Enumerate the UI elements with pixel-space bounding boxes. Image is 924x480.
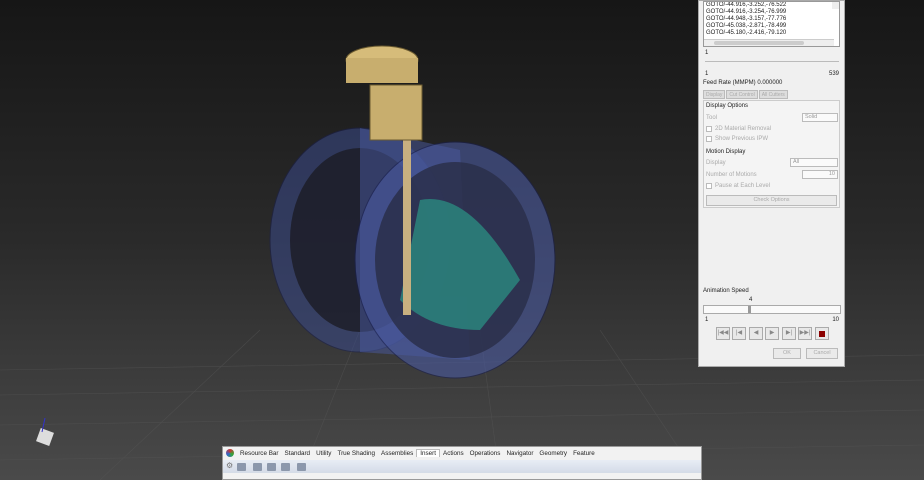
animation-speed-value: 4	[749, 297, 753, 303]
tab-feature[interactable]: Feature	[570, 450, 598, 457]
tab-true-shading[interactable]: True Shading	[334, 450, 378, 457]
gcode-list[interactable]: GOTO/-44.916,-3.252,-76.522 GOTO/-44.916…	[703, 1, 840, 47]
list-item[interactable]: GOTO/-45.038,-2.871,-78.499	[704, 23, 839, 30]
tab-utility[interactable]: Utility	[313, 450, 334, 457]
motion-display-heading: Motion Display	[706, 149, 746, 155]
step-forward-button[interactable]: ▶|	[782, 327, 796, 340]
insert-assembly-icon[interactable]	[267, 463, 276, 471]
check-options-button[interactable]: Check Options	[706, 195, 837, 206]
display-label: Display	[706, 160, 726, 166]
pause-label: Pause at Each Level	[715, 183, 771, 189]
motion-max: 539	[828, 71, 839, 77]
animation-speed-slider[interactable]	[703, 305, 841, 314]
pause-checkbox[interactable]	[706, 183, 712, 189]
tab-assemblies[interactable]: Assemblies	[378, 450, 416, 457]
tab-display[interactable]: Display	[703, 90, 726, 99]
animation-max: 10	[832, 317, 839, 323]
insert-block-icon[interactable]	[281, 463, 290, 471]
cancel-button[interactable]: Cancel	[806, 348, 838, 359]
list-item[interactable]: GOTO/-44.916,-3.254,-76.999	[704, 9, 839, 16]
tab-all-cutters[interactable]: All Cutters	[758, 90, 788, 99]
command-toolbar: Resource Bar Standard Utility True Shadi…	[222, 446, 702, 480]
gear-icon[interactable]: ⚙	[226, 461, 233, 470]
tab-standard[interactable]: Standard	[282, 450, 314, 457]
stop-icon	[819, 331, 825, 337]
step-back-button[interactable]: |◀	[732, 327, 746, 340]
simulation-panel: GOTO/-44.916,-3.252,-76.522 GOTO/-44.916…	[698, 0, 845, 367]
tab-cut-control[interactable]: Cut Control	[726, 90, 758, 99]
vertical-scrollbar[interactable]	[832, 2, 839, 9]
motion-min: 1	[705, 71, 709, 77]
insert-fixture-icon[interactable]	[297, 463, 306, 471]
options-group: Display Options Tool Solid 2D Material R…	[703, 100, 840, 208]
tab-resource-bar[interactable]: Resource Bar	[237, 450, 282, 457]
app-logo-icon	[226, 449, 234, 457]
cylinder-part	[269, 127, 556, 379]
list-item[interactable]: GOTO/-44.948,-3.157,-77.776	[704, 16, 839, 23]
feed-rate: Feed Rate (MMPM) 0.000000	[703, 80, 783, 86]
num-motions-input[interactable]: 10	[802, 170, 838, 179]
num-motions-label: Number of Motions	[706, 172, 757, 178]
list-item[interactable]: GOTO/-45.180,-2.416,-79.120	[704, 30, 839, 37]
tool-select[interactable]: Solid	[802, 113, 838, 122]
ok-button[interactable]: OK	[773, 348, 801, 359]
stop-button[interactable]	[815, 327, 829, 340]
show-previous-label: Show Previous IPW	[715, 136, 769, 142]
rewind-start-button[interactable]: |◀◀	[716, 327, 730, 340]
horizontal-scrollbar[interactable]	[704, 39, 834, 46]
animation-speed-thumb[interactable]	[748, 306, 752, 313]
tab-geometry[interactable]: Geometry	[536, 450, 570, 457]
play-reverse-button[interactable]: ◀	[749, 327, 763, 340]
material-removal-label: 2D Material Removal	[715, 126, 772, 132]
show-previous-checkbox[interactable]	[706, 136, 712, 142]
motion-slider[interactable]	[705, 61, 839, 62]
motion-current: 1	[705, 50, 709, 56]
insert-part-icon[interactable]	[253, 463, 262, 471]
animation-speed-label: Animation Speed	[703, 288, 749, 294]
display-select[interactable]: All	[790, 158, 838, 167]
insert-tool-icon[interactable]	[237, 463, 246, 471]
tab-insert[interactable]: Insert	[416, 449, 440, 457]
tool-label: Tool	[706, 115, 718, 121]
forward-end-button[interactable]: ▶▶|	[798, 327, 812, 340]
play-button[interactable]: ▶	[765, 327, 779, 340]
tab-actions[interactable]: Actions	[440, 450, 467, 457]
triad-icon	[36, 417, 54, 446]
list-item[interactable]: GOTO/-44.916,-3.252,-76.522	[704, 2, 839, 9]
tab-operations[interactable]: Operations	[467, 450, 504, 457]
material-removal-checkbox[interactable]	[706, 126, 712, 132]
animation-min: 1	[705, 317, 709, 323]
tab-navigator[interactable]: Navigator	[503, 450, 536, 457]
display-options-heading: Display Options	[706, 103, 749, 109]
